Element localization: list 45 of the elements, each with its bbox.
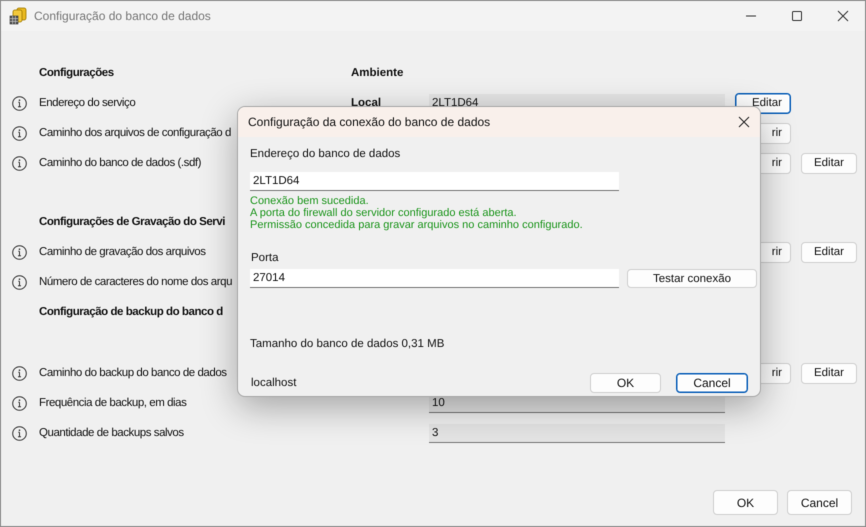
setting-label: Quantidade de backups salvos xyxy=(39,427,184,439)
port-field[interactable]: 27014 xyxy=(250,269,619,288)
section-heading: Configuração de backup do banco d xyxy=(39,306,223,318)
row-button[interactable]: Editar xyxy=(801,152,857,174)
address-field[interactable]: 2LT1D64 xyxy=(250,172,619,191)
cancel-button[interactable]: Cancel xyxy=(676,373,748,393)
ok-button[interactable]: OK xyxy=(590,373,661,393)
info-icon[interactable] xyxy=(12,126,27,140)
info-icon[interactable] xyxy=(12,156,27,170)
section-heading: Configurações de Gravação do Servi xyxy=(39,216,226,228)
setting-label: Caminho de gravação dos arquivos xyxy=(39,246,206,258)
database-size-text: Tamanho do banco de dados 0,31 MB xyxy=(250,337,444,351)
ok-button[interactable]: OK xyxy=(713,490,778,515)
close-icon[interactable] xyxy=(837,10,849,22)
info-icon[interactable] xyxy=(12,396,27,410)
status-message: A porta do firewall do servidor configurado está aberta. xyxy=(250,207,518,219)
value-field[interactable]: 3 xyxy=(429,424,725,442)
port-label: Porta xyxy=(250,251,278,265)
cancel-button[interactable]: Cancel xyxy=(787,490,852,515)
maximize-icon[interactable] xyxy=(791,10,803,22)
row-button[interactable]: Editar xyxy=(801,362,857,384)
close-icon[interactable] xyxy=(738,116,750,128)
info-icon[interactable] xyxy=(12,274,27,290)
row-button[interactable]: Editar xyxy=(801,242,857,262)
address-label: Endereço do banco de dados xyxy=(250,147,400,161)
setting-label: Caminho dos arquivos de configuração d xyxy=(39,127,231,139)
info-icon[interactable] xyxy=(12,426,27,440)
dialog-title: Configuração da conexão do banco de dados xyxy=(248,115,490,129)
host-label: localhost xyxy=(250,377,296,389)
status-message: Conexão bem sucedida. xyxy=(250,195,370,207)
info-icon[interactable] xyxy=(12,244,27,260)
environment-label: Local xyxy=(351,97,382,109)
window-title: Configuração do banco de dados xyxy=(34,9,211,23)
status-message: Permissão concedida para gravar arquivos no caminho configurado. xyxy=(250,219,583,231)
section-heading: Configurações xyxy=(39,67,114,79)
setting-label: Frequência de backup, em dias xyxy=(39,397,186,409)
test-connection-button[interactable]: Testar conexão xyxy=(627,269,757,288)
info-icon[interactable] xyxy=(12,366,27,380)
column-heading: Ambiente xyxy=(351,67,404,79)
info-icon[interactable] xyxy=(12,96,27,110)
setting-label: Endereço do serviço xyxy=(39,97,136,109)
setting-label: Número de caracteres do nome dos arqu xyxy=(39,276,232,288)
setting-label: Caminho do backup do banco de dados xyxy=(39,367,227,379)
database-icon xyxy=(9,7,27,25)
setting-label: Caminho do banco de dados (.sdf) xyxy=(39,157,202,169)
